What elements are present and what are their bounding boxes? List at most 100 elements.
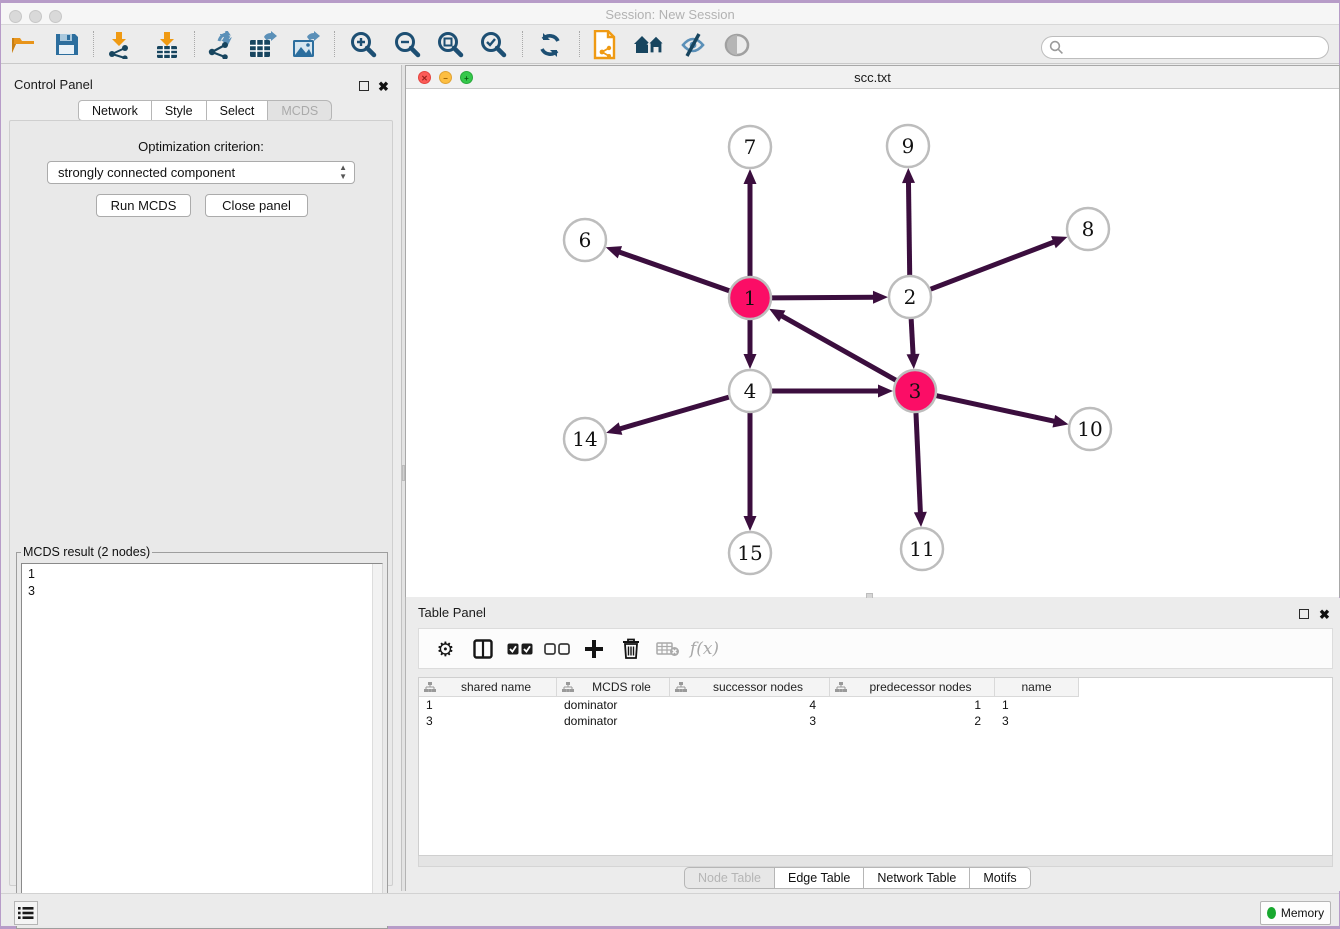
table-cell[interactable]: 3: [670, 713, 830, 729]
run-mcds-button[interactable]: Run MCDS: [96, 194, 191, 217]
memory-label: Memory: [1281, 906, 1324, 920]
edge-3-10[interactable]: [936, 396, 1055, 422]
import-table-icon[interactable]: [150, 28, 184, 61]
graph-node-6[interactable]: 6: [564, 219, 606, 261]
deselect-all-icon[interactable]: [538, 634, 575, 664]
scrollbar[interactable]: [372, 564, 382, 913]
columns-icon[interactable]: [464, 634, 501, 664]
table-cell[interactable]: 1: [995, 697, 1079, 713]
table-cell[interactable]: 3: [995, 713, 1079, 729]
network-window-title: scc.txt: [406, 70, 1339, 85]
delete-column-icon[interactable]: [612, 634, 649, 664]
tab-motifs[interactable]: Motifs: [970, 867, 1030, 889]
edge-1-6[interactable]: [618, 252, 729, 291]
graph-node-7[interactable]: 7: [729, 126, 771, 168]
column-header-label: predecessor nodes: [847, 680, 994, 694]
graph-node-10[interactable]: 10: [1069, 408, 1111, 450]
close-table-panel-icon[interactable]: ✖: [1319, 606, 1330, 624]
arrowhead-icon: [902, 168, 915, 183]
task-history-button[interactable]: [14, 901, 38, 925]
refresh-icon[interactable]: [533, 28, 567, 61]
table-cell[interactable]: dominator: [557, 697, 670, 713]
gear-icon[interactable]: ⚙: [427, 634, 464, 664]
tab-network[interactable]: Network: [78, 100, 152, 121]
column-header-name[interactable]: name: [995, 678, 1079, 697]
tab-style[interactable]: Style: [152, 100, 207, 121]
table-cell[interactable]: 4: [670, 697, 830, 713]
tab-mcds[interactable]: MCDS: [268, 100, 332, 121]
table-footer-strip: [418, 856, 1333, 867]
zoom-selected-icon[interactable]: [476, 28, 510, 61]
table-cell[interactable]: 1: [419, 697, 557, 713]
table-row-0[interactable]: 1dominator411: [419, 697, 1332, 713]
edge-4-14[interactable]: [619, 397, 729, 429]
mcds-result-line: 3: [28, 583, 376, 600]
add-column-icon[interactable]: [575, 634, 612, 664]
svg-text:7: 7: [744, 135, 757, 159]
search-input[interactable]: [1041, 36, 1329, 59]
select-all-icon[interactable]: [501, 634, 538, 664]
column-header-shared-name[interactable]: shared name: [419, 678, 557, 697]
close-panel-button[interactable]: Close panel: [205, 194, 308, 217]
function-builder-icon[interactable]: f(x): [686, 634, 723, 664]
tab-node-table[interactable]: Node Table: [684, 867, 775, 889]
control-panel-tabs: Network Style Select MCDS: [78, 100, 332, 121]
table-cell[interactable]: dominator: [557, 713, 670, 729]
criterion-select[interactable]: strongly connected component ▲▼: [47, 161, 355, 184]
export-network-icon[interactable]: [203, 28, 237, 61]
delete-table-icon[interactable]: [649, 634, 686, 664]
table-cell[interactable]: 3: [419, 713, 557, 729]
mcds-result-line: 1: [28, 566, 376, 583]
edge-2-8[interactable]: [931, 241, 1056, 289]
graph-node-9[interactable]: 9: [887, 125, 929, 167]
graph-node-1[interactable]: 1: [729, 277, 771, 319]
hierarchy-icon: [835, 682, 847, 693]
network-graph[interactable]: 7 9 6 8 1 2 4 3 14 10 15 11: [406, 90, 1339, 597]
optimization-criterion-label: Optimization criterion:: [10, 139, 392, 154]
edge-2-3[interactable]: [911, 319, 913, 356]
mcds-result-group: MCDS result (2 nodes) 13: [16, 545, 388, 929]
edge-3-1[interactable]: [780, 315, 895, 380]
table-cell[interactable]: 2: [830, 713, 995, 729]
table-cell[interactable]: 1: [830, 697, 995, 713]
zoom-in-icon[interactable]: [346, 28, 380, 61]
tab-edge-table[interactable]: Edge Table: [775, 867, 864, 889]
zoom-fit-icon[interactable]: [433, 28, 467, 61]
cybrowser-home-icon[interactable]: [632, 28, 666, 61]
mcds-result-textarea[interactable]: 13: [21, 563, 383, 914]
tab-network-table[interactable]: Network Table: [864, 867, 970, 889]
close-panel-icon[interactable]: ✖: [378, 78, 389, 96]
list-icon: [18, 906, 34, 920]
graph-node-3[interactable]: 3: [894, 370, 936, 412]
column-header-predecessor-nodes[interactable]: predecessor nodes: [830, 678, 995, 697]
graph-node-11[interactable]: 11: [901, 528, 943, 570]
column-header-successor-nodes[interactable]: successor nodes: [670, 678, 830, 697]
table-toolbar: ⚙: [418, 628, 1333, 669]
new-network-from-selection-icon[interactable]: [588, 28, 622, 61]
toolbar-separator: [334, 31, 335, 57]
export-table-icon[interactable]: [246, 28, 280, 61]
zoom-out-icon[interactable]: [390, 28, 424, 61]
memory-button[interactable]: Memory: [1260, 901, 1331, 925]
edge-1-2[interactable]: [772, 297, 875, 298]
network-window-titlebar[interactable]: ✕ − + scc.txt: [406, 66, 1339, 89]
table-row-1[interactable]: 3dominator323: [419, 713, 1332, 729]
edge-3-11[interactable]: [916, 413, 920, 514]
export-image-icon[interactable]: [289, 28, 323, 61]
import-network-icon[interactable]: [102, 28, 136, 61]
float-table-panel-icon[interactable]: [1299, 606, 1309, 624]
edge-2-9[interactable]: [908, 181, 909, 275]
hide-panel-icon[interactable]: [676, 28, 710, 61]
network-canvas[interactable]: 7 9 6 8 1 2 4 3 14 10 15 11: [406, 90, 1339, 597]
graph-node-4[interactable]: 4: [729, 370, 771, 412]
bird-eye-view-icon[interactable]: [720, 28, 754, 61]
save-session-icon[interactable]: [49, 28, 83, 61]
graph-node-15[interactable]: 15: [729, 532, 771, 574]
open-session-icon[interactable]: [7, 28, 41, 61]
graph-node-2[interactable]: 2: [889, 276, 931, 318]
graph-node-14[interactable]: 14: [564, 418, 606, 460]
tab-select[interactable]: Select: [207, 100, 269, 121]
float-panel-icon[interactable]: [359, 78, 369, 96]
graph-node-8[interactable]: 8: [1067, 208, 1109, 250]
column-header-MCDS-role[interactable]: MCDS role: [557, 678, 670, 697]
